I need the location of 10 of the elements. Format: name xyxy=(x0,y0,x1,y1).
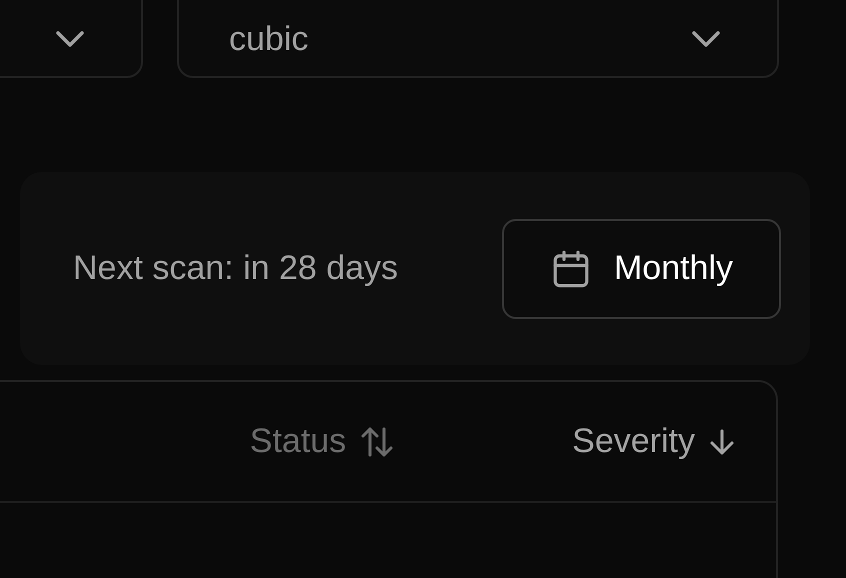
sort-icon xyxy=(360,426,394,458)
chevron-down-icon xyxy=(55,30,85,48)
column-header[interactable]: Status xyxy=(250,416,394,467)
select-value: cubic xyxy=(229,18,308,60)
next-scan-text: Next scan: in 28 days xyxy=(73,248,398,289)
column-header[interactable]: Severity xyxy=(572,416,735,467)
select-field[interactable]: cubic xyxy=(177,0,779,78)
arrow-down-icon xyxy=(709,428,735,456)
chevron-down-icon xyxy=(691,30,721,48)
frequency-button[interactable]: Monthly xyxy=(502,218,781,318)
